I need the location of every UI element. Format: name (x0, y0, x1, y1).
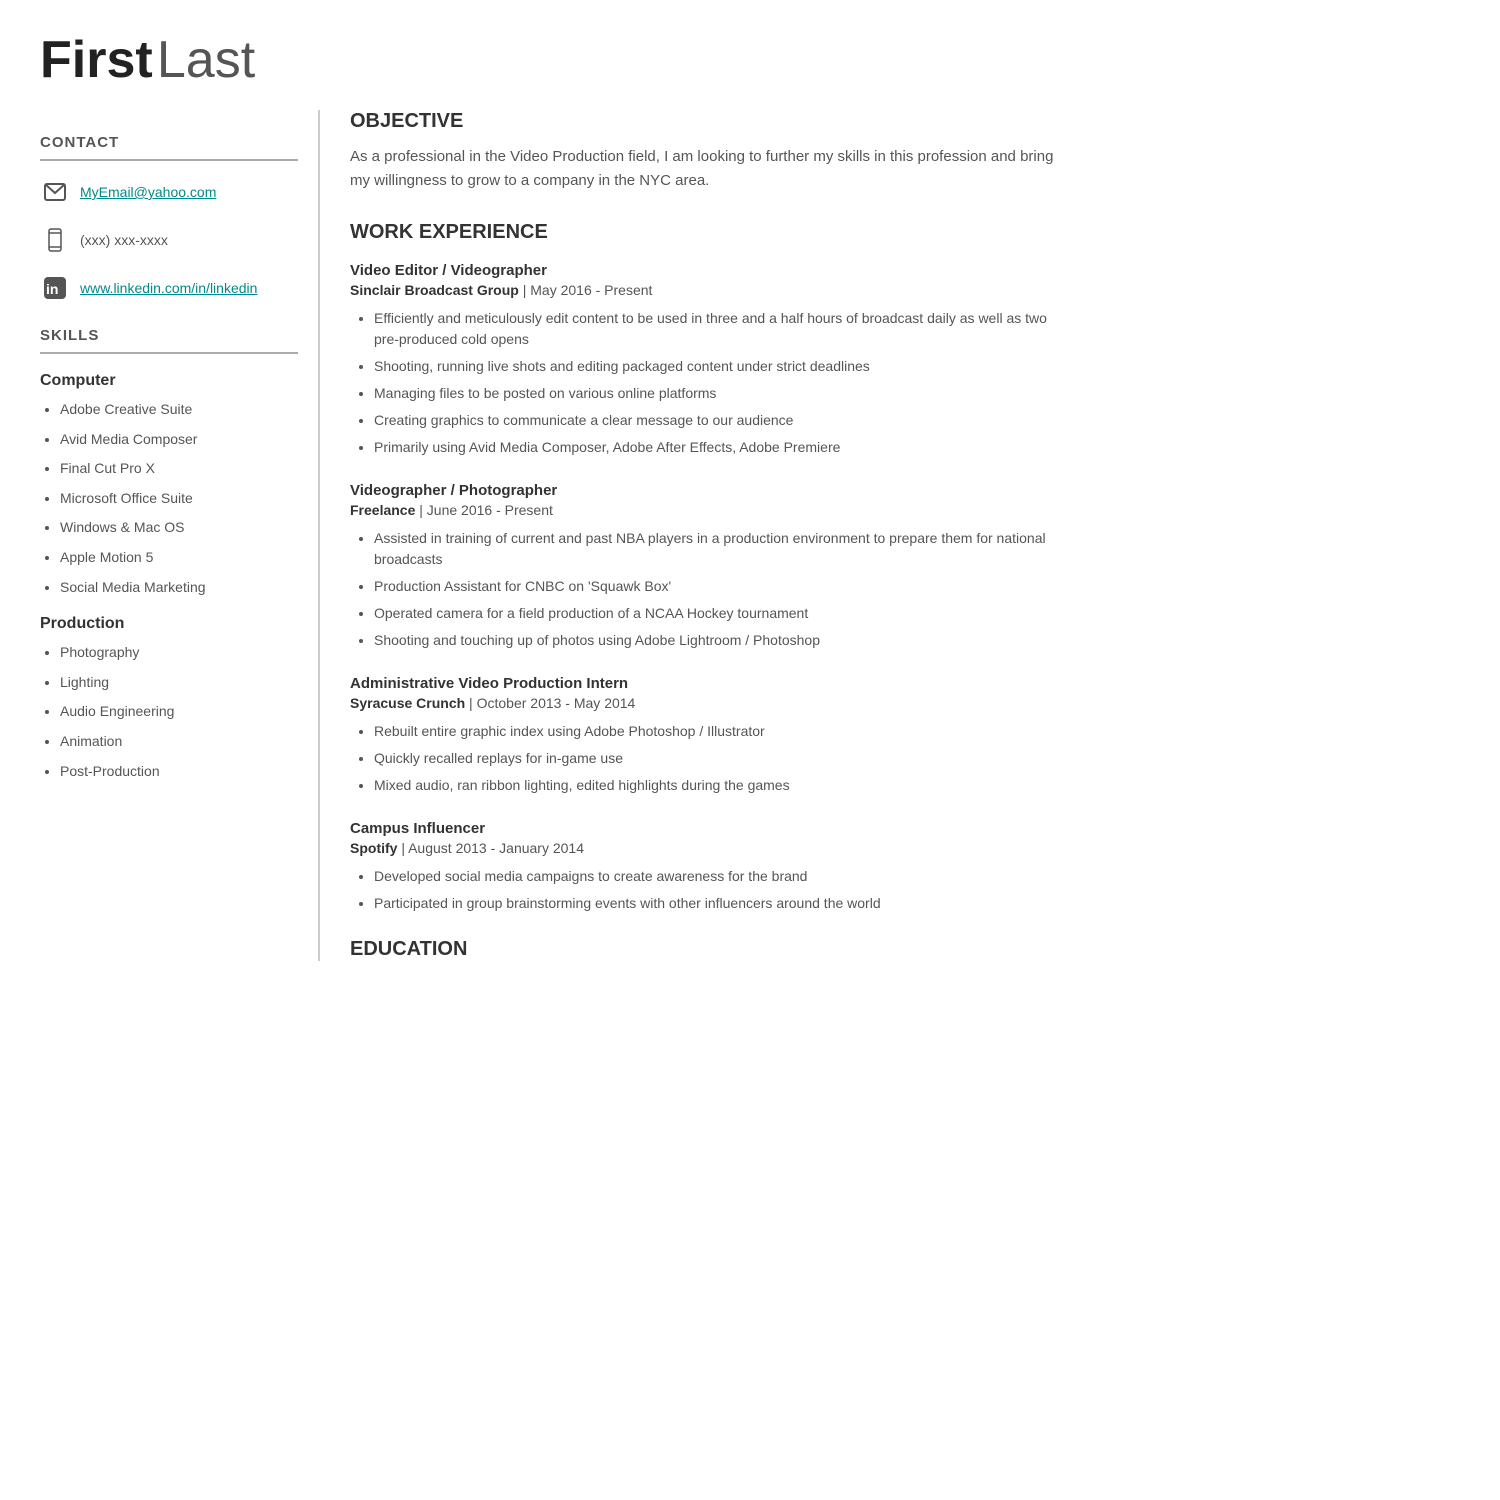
job-block: Videographer / Photographer Freelance | J… (350, 482, 1060, 651)
job-bullets: Assisted in training of current and past… (350, 528, 1060, 651)
list-item: Production Assistant for CNBC on 'Squawk… (374, 576, 1060, 597)
list-item: Social Media Marketing (60, 578, 298, 598)
contact-divider (40, 159, 298, 161)
resume-header: First Last (40, 30, 1060, 90)
education-title: EDUCATION (350, 938, 1060, 961)
list-item: Final Cut Pro X (60, 459, 298, 479)
list-item: Managing files to be posted on various o… (374, 383, 1060, 404)
job-bullets: Rebuilt entire graphic index using Adobe… (350, 721, 1060, 796)
skills-divider (40, 352, 298, 354)
linkedin-icon: in (40, 273, 70, 303)
job-bullets: Developed social media campaigns to crea… (350, 866, 1060, 914)
production-skills-title: Production (40, 615, 298, 633)
list-item: Creating graphics to communicate a clear… (374, 410, 1060, 431)
phone-text: (xxx) xxx-xxxx (80, 232, 168, 248)
list-item: Shooting, running live shots and editing… (374, 356, 1060, 377)
email-icon (40, 177, 70, 207)
objective-title: OBJECTIVE (350, 110, 1060, 133)
job-title: Video Editor / Videographer (350, 262, 1060, 279)
job-block: Administrative Video Production Intern Sy… (350, 675, 1060, 796)
phone-contact-item: (xxx) xxx-xxxx (40, 225, 298, 255)
linkedin-link[interactable]: www.linkedin.com/in/linkedin (80, 280, 257, 296)
list-item: Apple Motion 5 (60, 548, 298, 568)
skills-section-title: SKILLS (40, 327, 298, 344)
linkedin-contact-item: in www.linkedin.com/in/linkedin (40, 273, 298, 303)
job-company: Sinclair Broadcast Group | May 2016 - Pr… (350, 282, 1060, 298)
list-item: Primarily using Avid Media Composer, Ado… (374, 437, 1060, 458)
right-column: OBJECTIVE As a professional in the Video… (320, 110, 1060, 961)
svg-text:in: in (46, 281, 58, 297)
list-item: Avid Media Composer (60, 430, 298, 450)
list-item: Quickly recalled replays for in-game use (374, 748, 1060, 769)
list-item: Audio Engineering (60, 702, 298, 722)
list-item: Lighting (60, 673, 298, 693)
list-item: Efficiently and meticulously edit conten… (374, 308, 1060, 350)
list-item: Assisted in training of current and past… (374, 528, 1060, 570)
list-item: Participated in group brainstorming even… (374, 893, 1060, 914)
list-item: Post-Production (60, 762, 298, 782)
objective-text: As a professional in the Video Productio… (350, 145, 1060, 193)
job-title: Videographer / Photographer (350, 482, 1060, 499)
computer-skills-title: Computer (40, 372, 298, 390)
last-name: Last (157, 31, 255, 89)
work-experience-title: WORK EXPERIENCE (350, 221, 1060, 244)
job-block: Video Editor / Videographer Sinclair Broa… (350, 262, 1060, 458)
email-link[interactable]: MyEmail@yahoo.com (80, 184, 216, 200)
phone-icon (40, 225, 70, 255)
list-item: Shooting and touching up of photos using… (374, 630, 1060, 651)
job-company: Syracuse Crunch | October 2013 - May 201… (350, 695, 1060, 711)
list-item: Microsoft Office Suite (60, 489, 298, 509)
list-item: Adobe Creative Suite (60, 400, 298, 420)
list-item: Animation (60, 732, 298, 752)
list-item: Rebuilt entire graphic index using Adobe… (374, 721, 1060, 742)
list-item: Developed social media campaigns to crea… (374, 866, 1060, 887)
production-skills-list: Photography Lighting Audio Engineering Anim… (40, 643, 298, 781)
list-item: Mixed audio, ran ribbon lighting, edited… (374, 775, 1060, 796)
list-item: Photography (60, 643, 298, 663)
job-company: Spotify | August 2013 - January 2014 (350, 840, 1060, 856)
first-name: First (40, 31, 153, 89)
job-bullets: Efficiently and meticulously edit conten… (350, 308, 1060, 458)
job-company: Freelance | June 2016 - Present (350, 502, 1060, 518)
job-block: Campus Influencer Spotify | August 2013 -… (350, 820, 1060, 914)
list-item: Operated camera for a field production o… (374, 603, 1060, 624)
job-title: Administrative Video Production Intern (350, 675, 1060, 692)
computer-skills-list: Adobe Creative Suite Avid Media Composer F… (40, 400, 298, 597)
left-column: CONTACT MyEmail@yahoo.com (xxx) xxx-xxxx (40, 110, 320, 961)
main-layout: CONTACT MyEmail@yahoo.com (xxx) xxx-xxxx (40, 110, 1060, 961)
contact-section-title: CONTACT (40, 134, 298, 151)
jobs-container: Video Editor / Videographer Sinclair Broa… (350, 262, 1060, 914)
email-contact-item: MyEmail@yahoo.com (40, 177, 298, 207)
job-title: Campus Influencer (350, 820, 1060, 837)
list-item: Windows & Mac OS (60, 518, 298, 538)
